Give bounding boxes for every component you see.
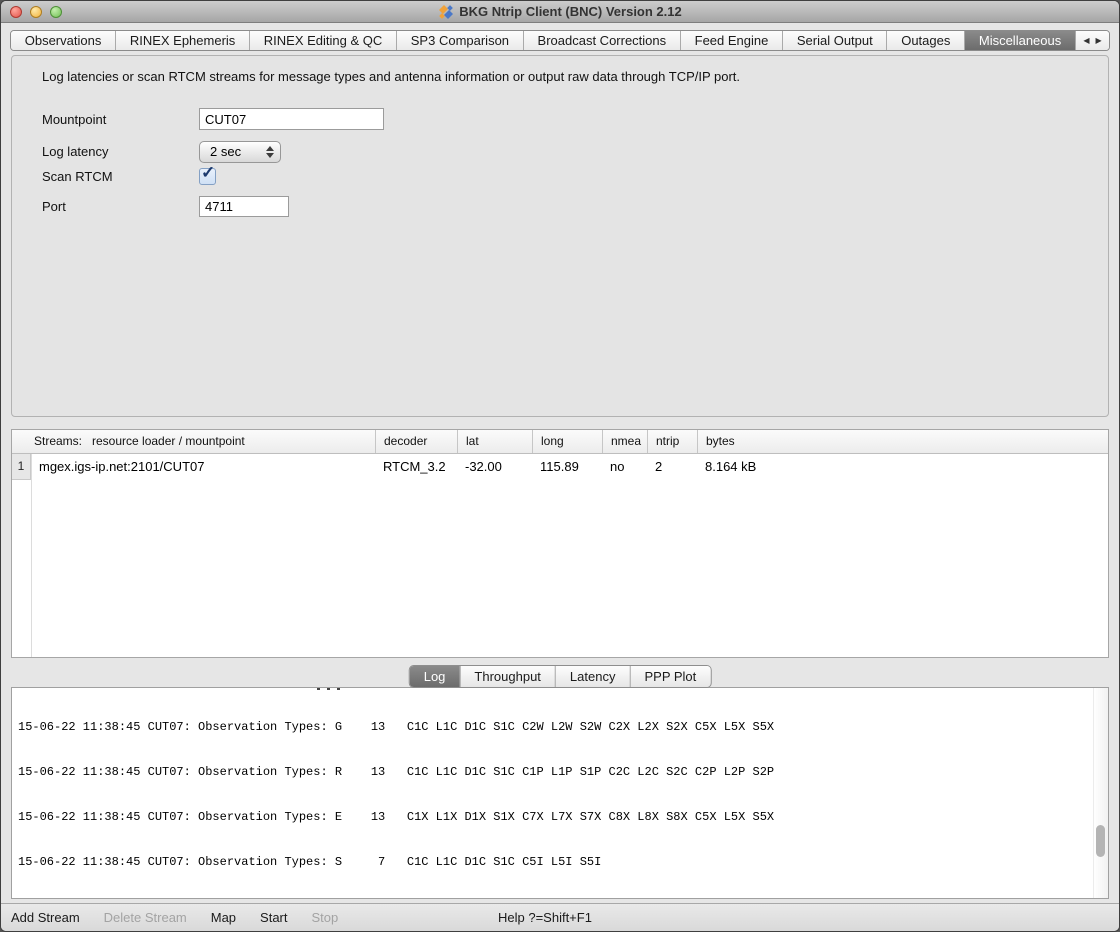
tab-scroll-arrows: ◀ ▶ bbox=[1075, 31, 1109, 50]
add-stream-button[interactable]: Add Stream bbox=[11, 910, 80, 925]
tab-feed-engine[interactable]: Feed Engine bbox=[680, 31, 782, 50]
stream-long: 115.89 bbox=[532, 454, 602, 480]
stop-button: Stop bbox=[312, 910, 339, 925]
stepper-up-icon bbox=[266, 146, 274, 151]
delete-stream-button: Delete Stream bbox=[104, 910, 187, 925]
streams-table: Streams: resource loader / mountpoint de… bbox=[11, 429, 1109, 658]
map-button[interactable]: Map bbox=[211, 910, 236, 925]
header-nmea[interactable]: nmea bbox=[602, 430, 647, 453]
log-line: 15-06-22 11:38:45 CUT07: Observation Typ… bbox=[18, 810, 1090, 825]
titlebar: BKG Ntrip Client (BNC) Version 2.12 bbox=[1, 1, 1119, 23]
main-tab-bar: Observations RINEX Ephemeris RINEX Editi… bbox=[10, 30, 1110, 51]
log-tab-bar: Log Throughput Latency PPP Plot bbox=[409, 665, 712, 688]
mountpoint-row: Mountpoint bbox=[42, 108, 384, 130]
tab-latency[interactable]: Latency bbox=[555, 666, 630, 687]
status-bar: Add Stream Delete Stream Map Start Stop … bbox=[1, 903, 1119, 931]
log-line: 15-06-22 11:38:45 CUT07: Observation Typ… bbox=[18, 855, 1090, 870]
tab-scroll-right-icon[interactable]: ▶ bbox=[1095, 36, 1101, 45]
port-row: Port bbox=[42, 195, 289, 217]
scan-rtcm-checkbox[interactable]: ✓ bbox=[199, 168, 216, 185]
tab-ppp-plot[interactable]: PPP Plot bbox=[629, 666, 710, 687]
panel-description: Log latencies or scan RTCM streams for m… bbox=[42, 69, 1088, 84]
scan-rtcm-row: Scan RTCM ✓ bbox=[42, 166, 216, 186]
header-lat[interactable]: lat bbox=[457, 430, 532, 453]
header-decoder[interactable]: decoder bbox=[375, 430, 457, 453]
log-latency-row: Log latency 2 sec bbox=[42, 140, 281, 163]
mountpoint-input[interactable] bbox=[199, 108, 384, 130]
header-mountpoint[interactable]: Streams: resource loader / mountpoint bbox=[12, 430, 375, 453]
checkmark-icon: ✓ bbox=[201, 163, 215, 183]
tab-broadcast-corrections[interactable]: Broadcast Corrections bbox=[523, 31, 680, 50]
stream-mountpoint: mgex.igs-ip.net:2101/CUT07 bbox=[31, 454, 375, 480]
header-long[interactable]: long bbox=[532, 430, 602, 453]
zoom-window-button[interactable] bbox=[50, 6, 62, 18]
header-ntrip[interactable]: ntrip bbox=[647, 430, 697, 453]
log-line: 15-06-22 11:38:45 CUT07: Observation Typ… bbox=[18, 765, 1090, 780]
tab-rinex-ephemeris[interactable]: RINEX Ephemeris bbox=[115, 31, 249, 50]
window-title: BKG Ntrip Client (BNC) Version 2.12 bbox=[438, 4, 681, 20]
window-title-text: BKG Ntrip Client (BNC) Version 2.12 bbox=[459, 4, 681, 19]
help-shortcut-label[interactable]: Help ?=Shift+F1 bbox=[498, 904, 592, 931]
log-scrollbar-thumb[interactable] bbox=[1096, 825, 1105, 857]
tab-scroll-left-icon[interactable]: ◀ bbox=[1083, 36, 1089, 45]
mountpoint-label: Mountpoint bbox=[42, 112, 199, 127]
tab-outages[interactable]: Outages bbox=[886, 31, 964, 50]
bnc-window: BKG Ntrip Client (BNC) Version 2.12 Obse… bbox=[0, 0, 1120, 932]
port-input[interactable] bbox=[199, 196, 289, 217]
scan-rtcm-label: Scan RTCM bbox=[42, 169, 199, 184]
stream-row-number: 1 bbox=[12, 454, 31, 480]
stream-ntrip: 2 bbox=[647, 454, 697, 480]
stream-nmea: no bbox=[602, 454, 647, 480]
miscellaneous-panel: Log latencies or scan RTCM streams for m… bbox=[11, 55, 1109, 417]
log-content[interactable]: 15-06-22 11:38:45 CUT07: Observation Typ… bbox=[18, 690, 1090, 898]
log-line: 15-06-22 11:38:45 CUT07: Observation Typ… bbox=[18, 720, 1090, 735]
tab-log[interactable]: Log bbox=[410, 666, 460, 687]
streams-table-header: Streams: resource loader / mountpoint de… bbox=[12, 430, 1108, 454]
tab-throughput[interactable]: Throughput bbox=[459, 666, 555, 687]
tab-rinex-editing-qc[interactable]: RINEX Editing & QC bbox=[249, 31, 396, 50]
bnc-app-icon bbox=[438, 4, 454, 20]
stepper-down-icon bbox=[266, 153, 274, 158]
header-bytes[interactable]: bytes bbox=[697, 430, 1108, 453]
log-latency-value: 2 sec bbox=[210, 144, 241, 159]
stepper-arrows-icon bbox=[265, 142, 275, 162]
row-number-gutter bbox=[31, 454, 32, 657]
tab-serial-output[interactable]: Serial Output bbox=[782, 31, 886, 50]
port-label: Port bbox=[42, 199, 199, 214]
tab-observations[interactable]: Observations bbox=[11, 31, 115, 50]
traffic-lights bbox=[10, 6, 62, 18]
stream-bytes: 8.164 kB bbox=[697, 454, 1108, 480]
stream-lat: -32.00 bbox=[457, 454, 532, 480]
log-scrollbar[interactable] bbox=[1093, 688, 1108, 898]
stream-row[interactable]: 1 mgex.igs-ip.net:2101/CUT07 RTCM_3.2 -3… bbox=[12, 454, 1108, 480]
log-latency-label: Log latency bbox=[42, 144, 199, 159]
log-panel: 15-06-22 11:38:45 CUT07: Observation Typ… bbox=[11, 687, 1109, 899]
minimize-window-button[interactable] bbox=[30, 6, 42, 18]
tab-sp3-comparison[interactable]: SP3 Comparison bbox=[396, 31, 523, 50]
tab-miscellaneous[interactable]: Miscellaneous bbox=[964, 31, 1075, 50]
stream-decoder: RTCM_3.2 bbox=[375, 454, 457, 480]
log-latency-select[interactable]: 2 sec bbox=[199, 141, 281, 163]
close-window-button[interactable] bbox=[10, 6, 22, 18]
start-button[interactable]: Start bbox=[260, 910, 287, 925]
status-bar-buttons: Add Stream Delete Stream Map Start Stop bbox=[11, 904, 338, 931]
